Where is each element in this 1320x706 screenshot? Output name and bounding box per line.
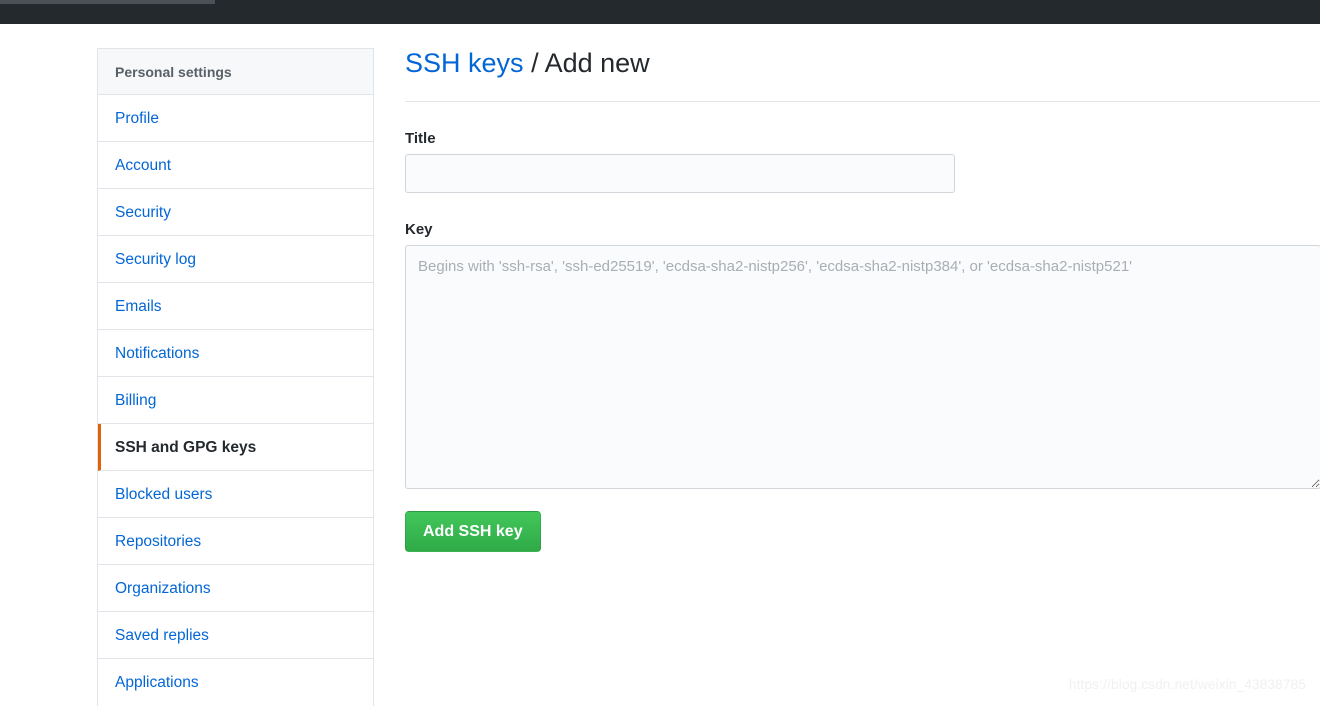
sidebar-item-applications[interactable]: Applications bbox=[98, 659, 373, 706]
main-content: SSH keys / Add new Title Key Add SSH key bbox=[405, 48, 1320, 553]
sidebar-item-blocked-users[interactable]: Blocked users bbox=[98, 471, 373, 518]
watermark-text: https://blog.csdn.net/weixin_43838785 bbox=[1068, 677, 1306, 692]
sidebar-item-notifications[interactable]: Notifications bbox=[98, 330, 373, 377]
breadcrumb-separator: / bbox=[531, 48, 539, 78]
breadcrumb-current: Add new bbox=[544, 48, 650, 78]
horizontal-scrollbar-thumb[interactable] bbox=[0, 0, 215, 4]
sidebar-item-account[interactable]: Account bbox=[98, 142, 373, 189]
settings-sidebar: Personal settings Profile Account Securi… bbox=[97, 48, 374, 706]
sidebar-header: Personal settings bbox=[98, 49, 373, 95]
title-input[interactable] bbox=[405, 154, 955, 194]
top-navigation-bar bbox=[0, 0, 1320, 24]
title-field-label: Title bbox=[405, 130, 436, 148]
add-ssh-key-button[interactable]: Add SSH key bbox=[405, 511, 541, 553]
sidebar-item-security-log[interactable]: Security log bbox=[98, 236, 373, 283]
sidebar-item-security[interactable]: Security bbox=[98, 189, 373, 236]
sidebar-item-ssh-and-gpg-keys[interactable]: SSH and GPG keys bbox=[98, 424, 373, 471]
sidebar-item-billing[interactable]: Billing bbox=[98, 377, 373, 424]
key-textarea[interactable] bbox=[405, 245, 1320, 490]
key-field-label: Key bbox=[405, 221, 433, 239]
page-title: SSH keys / Add new bbox=[405, 48, 1320, 103]
sidebar-item-repositories[interactable]: Repositories bbox=[98, 518, 373, 565]
sidebar-item-emails[interactable]: Emails bbox=[98, 283, 373, 330]
breadcrumb-ssh-keys-link[interactable]: SSH keys bbox=[405, 48, 524, 78]
sidebar-item-saved-replies[interactable]: Saved replies bbox=[98, 612, 373, 659]
page-container: Personal settings Profile Account Securi… bbox=[0, 24, 1320, 706]
sidebar-item-profile[interactable]: Profile bbox=[98, 95, 373, 142]
sidebar-item-organizations[interactable]: Organizations bbox=[98, 565, 373, 612]
